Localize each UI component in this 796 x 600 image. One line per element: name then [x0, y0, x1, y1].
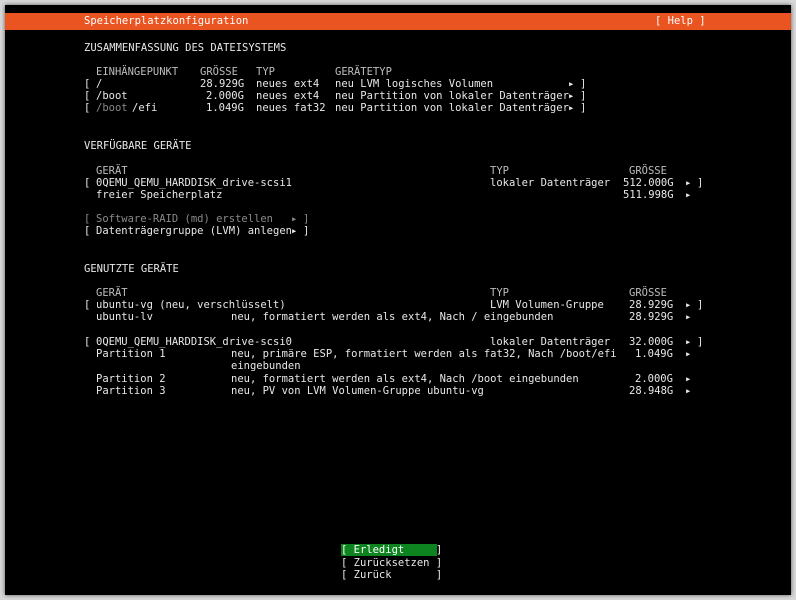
row-open-bracket: [: [84, 225, 91, 237]
partition-size: 1.049G: [635, 348, 673, 360]
fs-size: 28.929G: [200, 78, 245, 90]
row-close-bracket: ]: [303, 225, 310, 237]
vg-size: 28.929G: [629, 299, 674, 311]
row-open-bracket: [: [84, 177, 91, 189]
fs-type: neues fat32: [256, 102, 326, 114]
reset-button[interactable]: [ Zurücksetzen ]: [341, 557, 442, 569]
fs-devtype: neu Partition von lokaler Datenträger: [335, 102, 569, 114]
fs-type: neues ext4: [256, 90, 320, 102]
disk-type: lokaler Datenträger: [490, 177, 611, 189]
fs-col-type: TYP: [256, 66, 275, 78]
fs-devtype: neu LVM logisches Volumen: [335, 78, 494, 90]
row-open-bracket: [: [84, 299, 91, 311]
row-open-bracket: [: [84, 78, 91, 90]
row-close-bracket: ]: [697, 336, 704, 348]
arrow-right-icon: ▸: [291, 213, 298, 225]
used-disk-type: lokaler Datenträger: [490, 336, 611, 348]
arrow-right-icon: ▸: [685, 385, 692, 397]
partition-name: Partition 2: [96, 373, 166, 385]
fs-summary-heading: ZUSAMMENFASSUNG DES DATEISYSTEMS: [84, 42, 287, 54]
partition-name: Partition 3: [96, 385, 166, 397]
row-open-bracket: [: [84, 90, 91, 102]
fs-col-mount: EINHÄNGEPUNKT: [96, 66, 179, 78]
partition-desc: neu, primäre ESP, formatiert werden als …: [231, 348, 617, 360]
lv-desc: neu, formatiert werden als ext4, Nach / …: [231, 311, 554, 323]
arrow-right-icon: ▸: [568, 78, 575, 90]
partition-desc-cont: eingebunden: [231, 360, 301, 372]
arrow-right-icon: ▸: [685, 311, 692, 323]
title-bar: Speicherplatzkonfiguration [ Help ]: [5, 13, 791, 30]
avail-col-type: TYP: [490, 165, 509, 177]
row-close-bracket: ]: [580, 78, 587, 90]
disk-name: 0QEMU_QEMU_HARDDISK_drive-scsi1: [96, 177, 292, 189]
fs-col-devtype: GERÄTETYP: [335, 66, 392, 78]
lv-name: ubuntu-lv: [96, 311, 153, 323]
avail-col-device: GERÄT: [96, 165, 128, 177]
arrow-right-icon: ▸: [685, 336, 692, 348]
used-heading: GENUTZTE GERÄTE: [84, 263, 179, 275]
partition-size: 2.000G: [635, 373, 673, 385]
arrow-right-icon: ▸: [568, 102, 575, 114]
fs-col-size: GRÖSSE: [200, 66, 238, 78]
create-raid-label: Software-RAID (md) erstellen: [96, 213, 274, 225]
disk-size: 512.000G: [623, 177, 674, 189]
row-close-bracket: ]: [697, 299, 704, 311]
arrow-right-icon: ▸: [685, 348, 692, 360]
used-disk-size: 32.000G: [629, 336, 674, 348]
fs-mount-suffix: /efi: [132, 102, 158, 114]
row-open-bracket: [: [84, 213, 91, 225]
used-col-type: TYP: [490, 287, 509, 299]
arrow-right-icon: ▸: [291, 225, 298, 237]
done-button[interactable]: [ Erledigt ]: [341, 544, 442, 556]
row-open-bracket: [: [84, 336, 91, 348]
used-col-device: GERÄT: [96, 287, 128, 299]
free-space-size: 511.998G: [623, 189, 674, 201]
fs-mount-prefix: /boot: [96, 102, 128, 114]
page-title: Speicherplatzkonfiguration: [84, 15, 249, 27]
lv-size: 28.929G: [629, 311, 674, 323]
row-open-bracket: [: [84, 102, 91, 114]
back-button[interactable]: [ Zurück ]: [341, 569, 442, 581]
row-close-bracket: ]: [580, 90, 587, 102]
free-space-label: freier Speicherplatz: [96, 189, 223, 201]
used-disk-name: 0QEMU_QEMU_HARDDISK_drive-scsi0: [96, 336, 292, 348]
arrow-right-icon: ▸: [685, 177, 692, 189]
fs-devtype: neu Partition von lokaler Datenträger: [335, 90, 569, 102]
fs-size: 1.049G: [206, 102, 244, 114]
arrow-right-icon: ▸: [685, 299, 692, 311]
partition-desc: neu, formatiert werden als ext4, Nach /b…: [231, 373, 579, 385]
avail-col-size: GRÖSSE: [629, 165, 667, 177]
arrow-right-icon: ▸: [568, 90, 575, 102]
row-close-bracket: ]: [697, 177, 704, 189]
vg-name: ubuntu-vg (neu, verschlüsselt): [96, 299, 286, 311]
installer-screen: Speicherplatzkonfiguration [ Help ] ZUSA…: [5, 5, 791, 595]
row-close-bracket: ]: [303, 213, 310, 225]
partition-desc: neu, PV von LVM Volumen-Gruppe ubuntu-vg: [231, 385, 484, 397]
used-col-size: GRÖSSE: [629, 287, 667, 299]
fs-mount: /boot: [96, 90, 128, 102]
fs-size: 2.000G: [206, 90, 244, 102]
help-button[interactable]: [ Help ]: [655, 15, 706, 28]
partition-size: 28.948G: [629, 385, 674, 397]
fs-mount: /: [96, 78, 103, 90]
partition-name: Partition 1: [96, 348, 166, 360]
arrow-right-icon: ▸: [685, 189, 692, 201]
fs-type: neues ext4: [256, 78, 320, 90]
vg-type: LVM Volumen-Gruppe: [490, 299, 604, 311]
arrow-right-icon: ▸: [685, 373, 692, 385]
row-close-bracket: ]: [580, 102, 587, 114]
available-heading: VERFÜGBARE GERÄTE: [84, 140, 192, 152]
create-lvm-label: Datenträgergruppe (LVM) anlegen: [96, 225, 292, 237]
